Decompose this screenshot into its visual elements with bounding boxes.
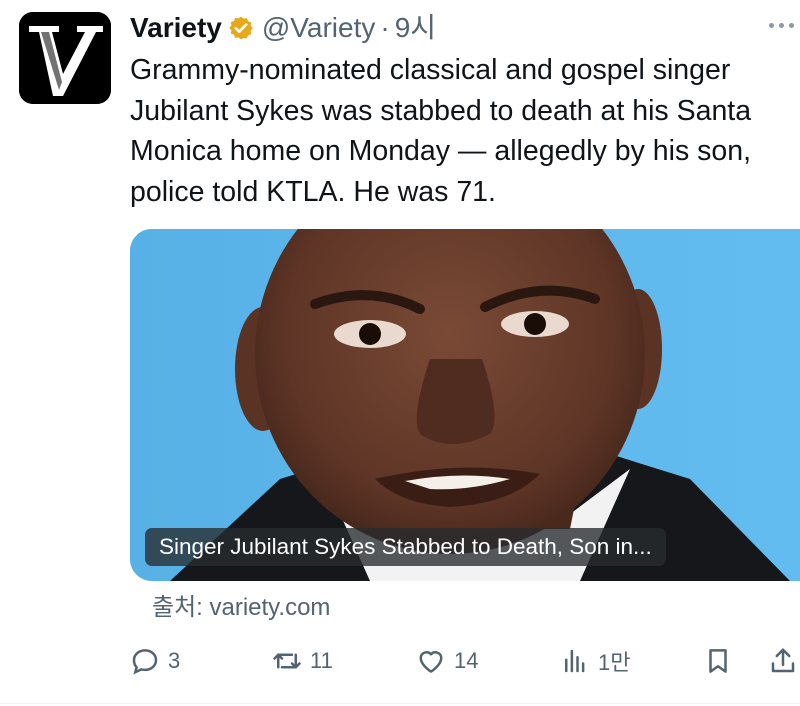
tweet-header: Variety @Variety · 9시 <box>130 8 436 48</box>
link-card-caption[interactable]: Singer Jubilant Sykes Stabbed to Death, … <box>145 528 666 566</box>
link-source[interactable]: 출처: variety.com <box>152 592 330 624</box>
like-button[interactable]: 14 <box>416 640 478 682</box>
heart-icon <box>419 651 443 673</box>
share-icon <box>771 648 795 673</box>
bookmark-icon <box>709 649 727 673</box>
repost-button[interactable]: 11 <box>272 640 333 682</box>
reply-count: 3 <box>168 648 181 673</box>
timestamp[interactable]: 9시 <box>395 10 436 46</box>
dot-2 <box>779 22 784 28</box>
repost-icon <box>273 653 301 669</box>
bookmark-button[interactable] <box>703 640 733 682</box>
variety-logo-icon <box>19 12 111 104</box>
separator-dot: · <box>380 12 390 43</box>
views-icon <box>565 649 585 673</box>
display-name[interactable]: Variety <box>130 10 222 46</box>
reply-icon <box>132 649 158 675</box>
tweet-text: Grammy-nominated classical and gospel si… <box>130 54 752 208</box>
tweet-action-bar: 3 11 14 1만 <box>0 640 800 682</box>
dot-1 <box>769 22 774 28</box>
user-handle[interactable]: @Variety <box>262 10 376 46</box>
like-count: 14 <box>454 648 479 673</box>
share-button[interactable] <box>768 640 798 682</box>
divider <box>0 703 800 704</box>
views-count: 1만 <box>598 650 631 675</box>
views-button[interactable]: 1만 <box>560 640 630 682</box>
more-dots-icon[interactable] <box>754 10 794 40</box>
reply-button[interactable]: 3 <box>130 640 180 682</box>
repost-count: 11 <box>310 648 333 673</box>
dot-3 <box>789 22 794 28</box>
verified-badge-icon[interactable] <box>228 15 254 41</box>
avatar[interactable] <box>19 12 111 104</box>
